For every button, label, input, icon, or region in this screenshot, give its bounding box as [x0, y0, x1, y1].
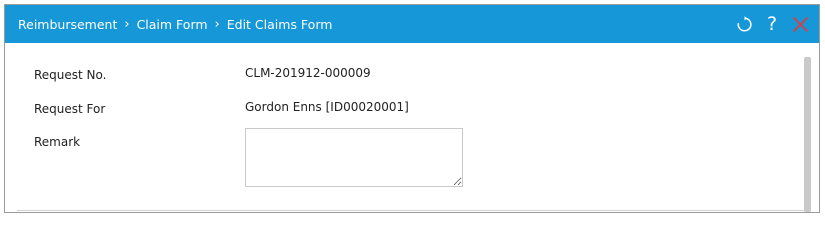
- breadcrumb: Reimbursement › Claim Form › Edit Claims…: [18, 5, 332, 43]
- request-no-label: Request No.: [34, 68, 107, 82]
- breadcrumb-claim-form[interactable]: Claim Form: [137, 17, 208, 32]
- remark-label: Remark: [34, 135, 81, 149]
- help-icon: ?: [766, 12, 778, 35]
- breadcrumb-edit-claims-form: Edit Claims Form: [226, 16, 333, 32]
- claims-form-window: Reimbursement › Claim Form › Edit Claims…: [4, 4, 820, 213]
- form-divider: [17, 210, 807, 211]
- request-for-value: Gordon Enns [ID00020001]: [245, 100, 409, 114]
- title-bar: Reimbursement › Claim Form › Edit Claims…: [5, 5, 819, 43]
- breadcrumb-reimbursement[interactable]: Reimbursement: [18, 17, 117, 32]
- form-area: Request No. CLM-201912-000009 Request Fo…: [5, 43, 819, 212]
- breadcrumb-separator: ›: [124, 16, 130, 32]
- title-bar-actions: ?: [735, 5, 809, 43]
- close-icon[interactable]: [791, 14, 809, 34]
- breadcrumb-separator: ›: [214, 16, 220, 32]
- help-button[interactable]: ?: [763, 14, 781, 34]
- request-no-value: CLM-201912-000009: [245, 66, 371, 80]
- refresh-icon[interactable]: [735, 14, 753, 34]
- vertical-scrollbar[interactable]: [804, 57, 811, 212]
- request-for-label: Request For: [34, 102, 106, 116]
- remark-textarea[interactable]: [245, 128, 463, 187]
